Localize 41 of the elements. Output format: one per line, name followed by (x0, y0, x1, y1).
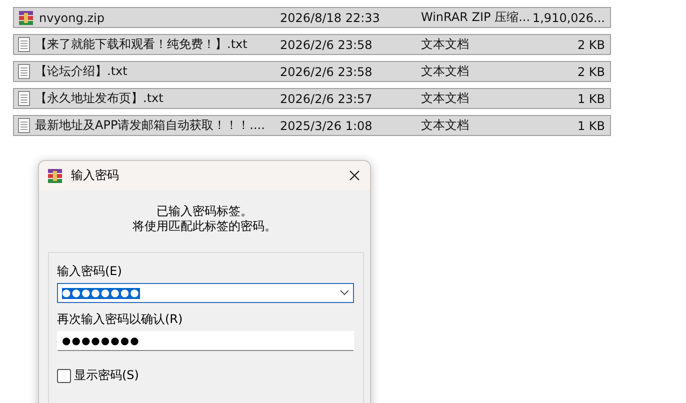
file-row[interactable]: 【论坛介绍】.txt 2026/2/6 23:58 文本文档 2 KB (13, 61, 611, 82)
document-icon (18, 64, 30, 79)
file-type: WinRAR ZIP 压缩... (421, 9, 531, 26)
file-size: 2 KB (576, 64, 606, 78)
file-name: nvyong.zip (39, 10, 104, 24)
file-name: 【来了就能下载和观看！纯免费！】.txt (35, 36, 248, 53)
field-label: 再次输入密码以确认(R) (57, 311, 184, 328)
dialog-message: 将使用匹配此标签的密码。 (132, 219, 278, 234)
document-icon (18, 118, 30, 133)
modified-date: 2026/2/6 23:58 (279, 38, 374, 52)
modified-date: 2025/3/26 1:08 (279, 118, 374, 132)
file-type: 文本文档 (421, 117, 470, 134)
close-icon[interactable] (349, 170, 360, 181)
dialog-message: 已输入密码标签。 (156, 204, 254, 219)
file-row[interactable]: 【来了就能下载和观看！纯免费！】.txt 2026/2/6 23:58 文本文档 2 KB (13, 34, 611, 55)
file-type: 文本文档 (421, 36, 470, 53)
file-name: 【论坛介绍】.txt (35, 63, 128, 80)
document-icon (18, 91, 30, 106)
modified-date: 2026/2/6 23:58 (279, 64, 374, 78)
file-row[interactable]: 【永久地址发布页】.txt 2026/2/6 23:57 文本文档 1 KB (13, 88, 611, 109)
field-label: 输入密码(E) (57, 263, 123, 280)
file-name: 最新地址及APP请发邮箱自动获取！！！.... (35, 117, 265, 134)
file-type: 文本文档 (421, 63, 470, 80)
archive-icon (18, 10, 34, 26)
file-row[interactable]: nvyong.zip 2026/8/18 22:33 WinRAR ZIP 压缩... 1,910,026... (13, 7, 611, 28)
file-size: 1,910,026... (531, 10, 606, 24)
file-size: 1 KB (576, 118, 606, 132)
password-field[interactable]: ●●●●●●●● (57, 331, 354, 351)
modified-date: 2026/8/18 22:33 (279, 10, 381, 24)
modified-date: 2026/2/6 23:57 (279, 92, 374, 106)
file-size: 2 KB (576, 38, 606, 52)
file-name: 【永久地址发布页】.txt (35, 90, 164, 107)
chevron-down-icon[interactable] (340, 290, 349, 296)
file-row[interactable]: 最新地址及APP请发邮箱自动获取！！！.... 2025/3/26 1:08 文本文档 1 KB (13, 115, 611, 136)
file-size: 1 KB (576, 92, 606, 106)
archive-icon (47, 168, 63, 184)
file-type: 文本文档 (421, 90, 470, 107)
password-combo[interactable]: ●●●●●●●● (57, 283, 354, 303)
show-password-checkbox[interactable]: 显示密码(S) (57, 367, 354, 384)
dialog-title: 输入密码 (71, 167, 120, 184)
document-icon (18, 37, 30, 52)
